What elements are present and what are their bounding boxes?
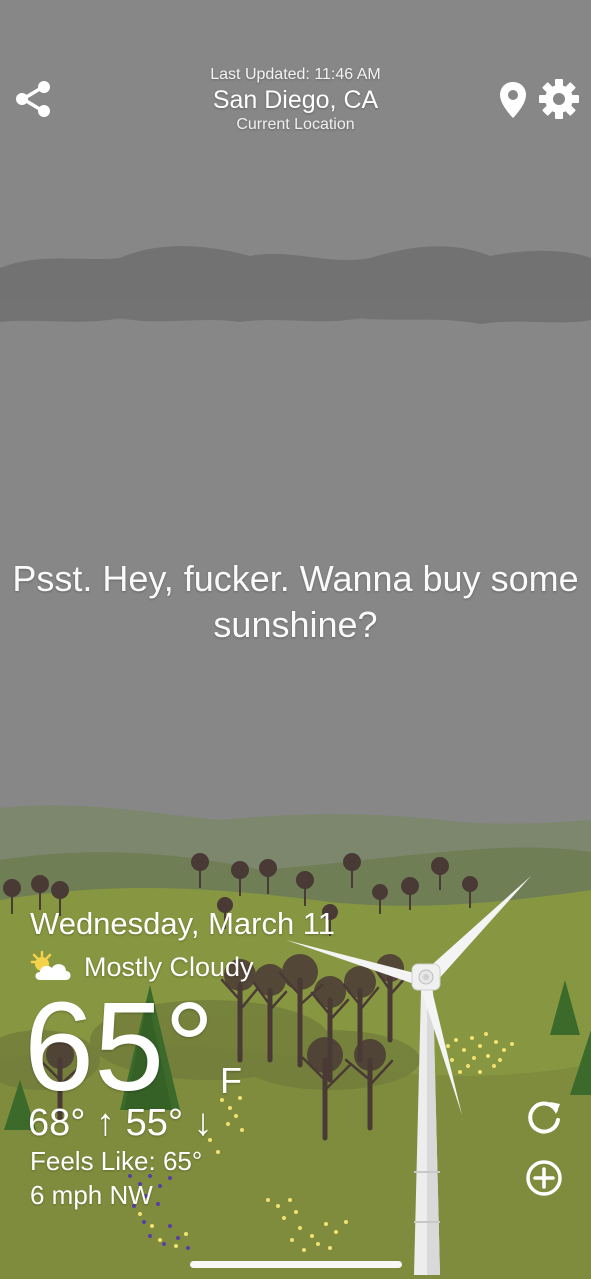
- home-indicator[interactable]: [190, 1261, 402, 1268]
- forecast-message: Psst. Hey, fucker. Wanna buy some sunshi…: [12, 558, 579, 645]
- add-location-button[interactable]: [522, 1156, 566, 1200]
- refresh-icon: [528, 1101, 560, 1134]
- refresh-button[interactable]: [522, 1096, 566, 1140]
- location-pin-icon: [500, 82, 526, 118]
- locations-button[interactable]: [496, 78, 530, 122]
- add-circle-icon: [526, 1160, 562, 1196]
- gear-icon: [539, 79, 579, 119]
- temperature-unit[interactable]: F: [220, 1060, 242, 1102]
- wind-label: 6 mph NW: [30, 1180, 153, 1210]
- feels-like-label: Feels Like: 65°: [30, 1146, 203, 1176]
- current-temperature: 65°: [24, 976, 215, 1117]
- high-low-temperature: 68° ↑ 55° ↓: [28, 1102, 213, 1144]
- date-label: Wednesday, March 11: [30, 906, 335, 941]
- settings-button[interactable]: [536, 76, 582, 122]
